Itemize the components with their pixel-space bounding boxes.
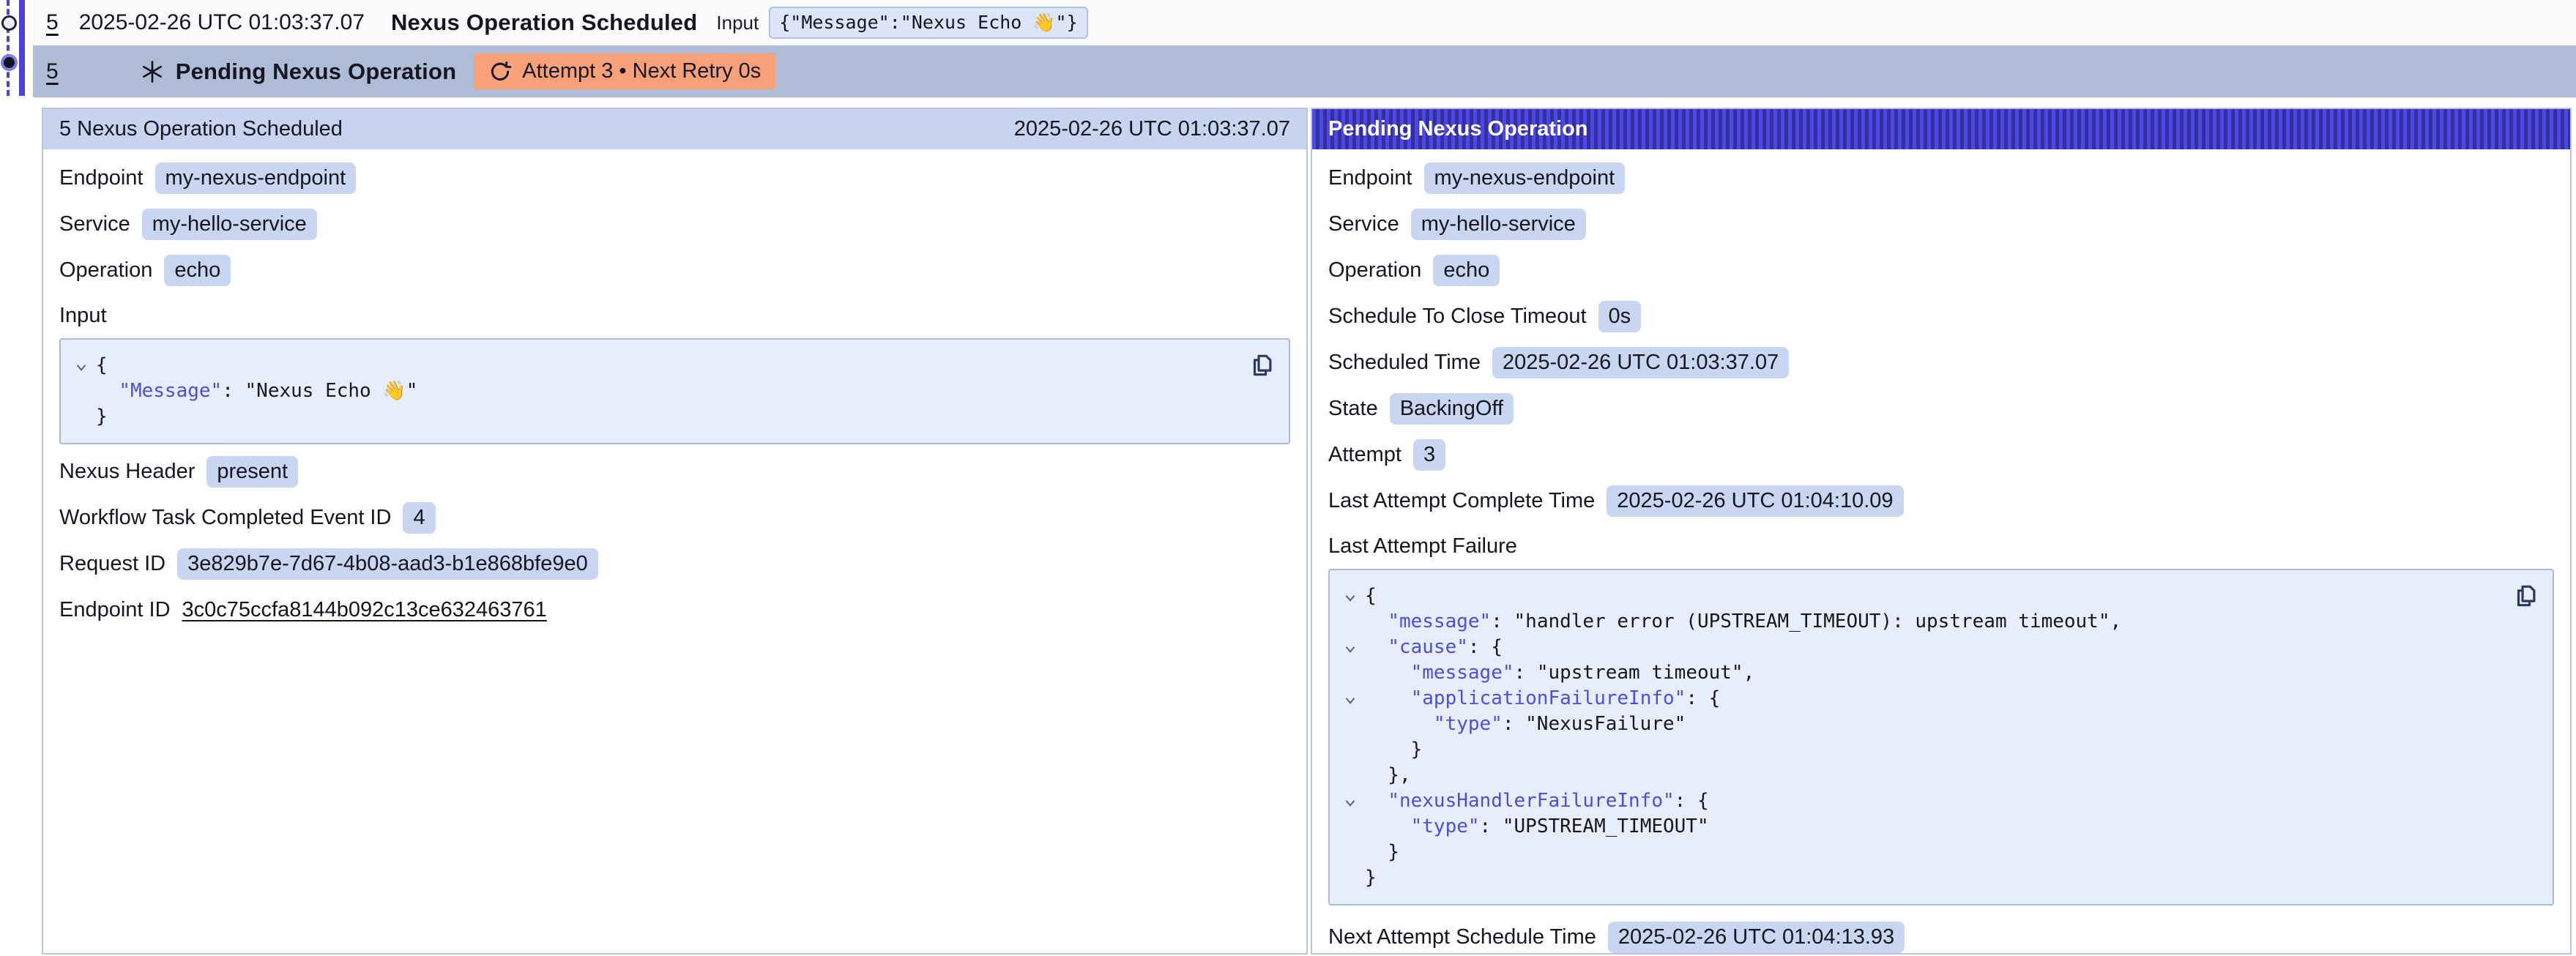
endpoint-id-link[interactable]: 3c0c75ccfa8144b092c13ce632463761: [182, 598, 547, 622]
code-line-text: "type": "NexusFailure": [1365, 712, 1686, 737]
code-line-text: "applicationFailureInfo": {: [1365, 686, 1720, 712]
timeline-active-bar: [19, 0, 25, 96]
scheduled-panel-header: 5 Nexus Operation Scheduled 2025-02-26 U…: [43, 109, 1306, 149]
code-line-text: "type": "UPSTREAM_TIMEOUT": [1365, 814, 1709, 840]
pending-operation-panel: Pending Nexus Operation Endpoint my-nexu…: [1311, 108, 2572, 955]
field-attempt: Attempt 3: [1328, 432, 2554, 478]
collapse-chevron-icon[interactable]: [1342, 641, 1358, 657]
input-section-label: Input: [59, 304, 1290, 328]
failure-section-label: Last Attempt Failure: [1328, 534, 2554, 559]
code-gutter: [1336, 635, 1365, 660]
next-attempt-badge: 2025-02-26 UTC 01:04:13.93: [1608, 922, 1905, 953]
code-gutter: [67, 404, 96, 430]
code-gutter: [1336, 686, 1365, 712]
code-gutter: [1336, 865, 1365, 891]
event-title: Nexus Operation Scheduled: [391, 10, 697, 36]
timeout-badge: 0s: [1598, 301, 1642, 332]
code-gutter: [1336, 660, 1365, 686]
field-last-attempt-complete-time: Last Attempt Complete Time 2025-02-26 UT…: [1328, 478, 2554, 524]
timeline-node-selected[interactable]: [1, 54, 18, 71]
field-state: State BackingOff: [1328, 386, 2554, 432]
last-attempt-complete-badge: 2025-02-26 UTC 01:04:10.09: [1607, 485, 1903, 517]
code-gutter: [67, 353, 96, 378]
code-gutter: [1336, 737, 1365, 763]
attempt-badge: 3: [1413, 439, 1445, 471]
code-gutter: [1336, 814, 1365, 840]
pending-id-link[interactable]: 5: [46, 59, 59, 84]
operation-badge: echo: [164, 255, 231, 286]
input-label: Input: [716, 12, 759, 34]
service-badge: my-hello-service: [1411, 209, 1586, 240]
wft-event-id-badge: 4: [403, 502, 435, 534]
code-gutter: [1336, 609, 1365, 635]
field-request-id: Request ID 3e829b7e-7d67-4b08-aad3-b1e86…: [59, 541, 1290, 587]
collapse-chevron-icon[interactable]: [1342, 590, 1358, 606]
field-operation: Operation echo: [1328, 247, 2554, 294]
service-badge: my-hello-service: [142, 209, 317, 240]
state-badge: BackingOff: [1390, 393, 1514, 425]
code-line-text: {: [1365, 583, 1377, 609]
retry-icon: [488, 60, 512, 83]
code-line-text: }: [1365, 737, 1422, 763]
event-id-link[interactable]: 5: [46, 10, 59, 35]
code-gutter: [1336, 840, 1365, 865]
copy-icon[interactable]: [2512, 582, 2539, 610]
code-line-text: }: [1365, 840, 1399, 865]
field-endpoint-id: Endpoint ID 3c0c75ccfa8144b092c13ce63246…: [59, 587, 1290, 633]
scheduled-time-badge: 2025-02-26 UTC 01:03:37.07: [1492, 347, 1789, 378]
scheduled-panel-timestamp: 2025-02-26 UTC 01:03:37.07: [1014, 117, 1290, 141]
field-operation: Operation echo: [59, 247, 1290, 294]
code-line-text: }: [1365, 865, 1377, 891]
event-history-view: 5 2025-02-26 UTC 01:03:37.07 Nexus Opera…: [0, 0, 2576, 956]
scheduled-event-panel: 5 Nexus Operation Scheduled 2025-02-26 U…: [42, 108, 1308, 955]
event-timestamp: 2025-02-26 UTC 01:03:37.07: [79, 10, 365, 35]
field-endpoint: Endpoint my-nexus-endpoint: [1328, 155, 2554, 201]
event-row-pending[interactable]: 5 Pending Nexus Operation Attempt 3 • Ne…: [33, 45, 2576, 97]
code-line-text: },: [1365, 763, 1411, 788]
code-gutter: [1336, 763, 1365, 788]
collapse-chevron-icon[interactable]: [73, 359, 89, 376]
endpoint-badge: my-nexus-endpoint: [155, 163, 357, 194]
retry-badge: Attempt 3 • Next Retry 0s: [474, 53, 775, 89]
nexus-header-badge: present: [206, 456, 298, 488]
operation-badge: echo: [1433, 255, 1500, 286]
pending-title: Pending Nexus Operation: [176, 59, 457, 85]
endpoint-badge: my-nexus-endpoint: [1424, 163, 1626, 194]
code-gutter: [1336, 583, 1365, 609]
field-scheduled-time: Scheduled Time 2025-02-26 UTC 01:03:37.0…: [1328, 340, 2554, 386]
field-service: Service my-hello-service: [1328, 201, 2554, 247]
code-line-text: {: [96, 353, 108, 378]
code-line-text: "nexusHandlerFailureInfo": {: [1365, 788, 1709, 814]
field-schedule-to-close-timeout: Schedule To Close Timeout 0s: [1328, 294, 2554, 340]
event-row-scheduled[interactable]: 5 2025-02-26 UTC 01:03:37.07 Nexus Opera…: [33, 0, 2576, 45]
timeline-node-open[interactable]: [1, 15, 17, 31]
code-line-text: "message": "handler error (UPSTREAM_TIME…: [1365, 609, 2121, 635]
failure-code-block: { "message": "handler error (UPSTREAM_TI…: [1328, 569, 2554, 905]
collapse-chevron-icon[interactable]: [1342, 795, 1358, 811]
pending-panel-title: Pending Nexus Operation: [1328, 117, 1588, 141]
code-gutter: [67, 378, 96, 404]
input-payload-chip: {"Message":"Nexus Echo 👋"}: [769, 7, 1087, 39]
field-nexus-header: Nexus Header present: [59, 449, 1290, 495]
copy-icon[interactable]: [1248, 351, 1276, 379]
timeline-dashed-line: [7, 0, 10, 96]
code-gutter: [1336, 712, 1365, 737]
field-wft-completed-event-id: Workflow Task Completed Event ID 4: [59, 495, 1290, 541]
field-service: Service my-hello-service: [59, 201, 1290, 247]
scheduled-panel-title: 5 Nexus Operation Scheduled: [59, 117, 343, 141]
code-gutter: [1336, 788, 1365, 814]
code-line-text: "message": "upstream timeout",: [1365, 660, 1754, 686]
asterisk-icon: [139, 59, 165, 85]
retry-badge-text: Attempt 3 • Next Retry 0s: [522, 59, 761, 83]
collapse-chevron-icon[interactable]: [1342, 692, 1358, 709]
input-code-block: { "Message": "Nexus Echo 👋"}: [59, 338, 1290, 444]
code-line-text: "cause": {: [1365, 635, 1503, 660]
field-endpoint: Endpoint my-nexus-endpoint: [59, 155, 1290, 201]
pending-panel-header: Pending Nexus Operation: [1312, 109, 2570, 149]
field-next-attempt-schedule-time: Next Attempt Schedule Time 2025-02-26 UT…: [1328, 914, 2554, 955]
code-line-text: }: [96, 404, 108, 430]
request-id-badge: 3e829b7e-7d67-4b08-aad3-b1e868bfe9e0: [177, 548, 598, 580]
code-line-text: "Message": "Nexus Echo 👋": [96, 378, 417, 404]
